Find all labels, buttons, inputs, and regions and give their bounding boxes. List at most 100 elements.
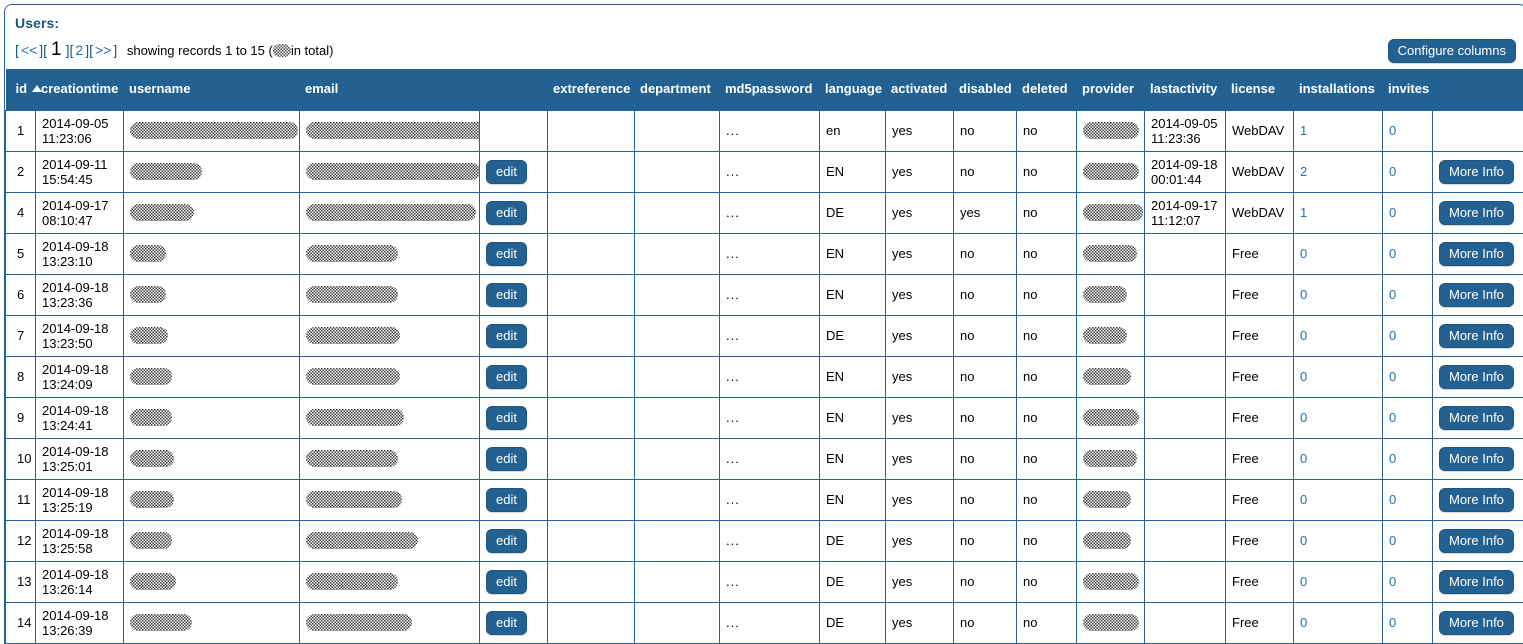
column-header-email[interactable]: email	[300, 69, 480, 110]
edit-button[interactable]: edit	[486, 611, 527, 635]
column-header-lastactivity[interactable]: lastactivity	[1145, 69, 1226, 110]
installations-link[interactable]: 0	[1300, 328, 1307, 343]
column-header-username[interactable]: username	[124, 69, 300, 110]
edit-button[interactable]: edit	[486, 406, 527, 430]
cell-deleted: no	[1017, 561, 1077, 602]
cell-provider	[1077, 397, 1145, 438]
cell-moreinfo: More Info	[1433, 274, 1523, 315]
more-info-button[interactable]: More Info	[1439, 324, 1514, 348]
edit-button[interactable]: edit	[486, 529, 527, 553]
installations-link[interactable]: 0	[1300, 615, 1307, 630]
redacted-value	[130, 450, 174, 467]
edit-button[interactable]: edit	[486, 242, 527, 266]
more-info-button[interactable]: More Info	[1439, 365, 1514, 389]
column-header-license[interactable]: license	[1226, 69, 1294, 110]
pager-first-button[interactable]: <<	[19, 42, 39, 58]
more-info-button[interactable]: More Info	[1439, 488, 1514, 512]
column-header-id[interactable]: id	[6, 69, 36, 110]
more-info-button[interactable]: More Info	[1439, 242, 1514, 266]
column-header-language[interactable]: language	[820, 69, 886, 110]
installations-link[interactable]: 0	[1300, 492, 1307, 507]
column-header-department[interactable]: department	[635, 69, 720, 110]
cell-lastactivity	[1145, 438, 1226, 479]
invites-link[interactable]: 0	[1389, 533, 1396, 548]
column-header-invites[interactable]: invites	[1383, 69, 1433, 110]
column-header-deleted[interactable]: deleted	[1017, 69, 1077, 110]
edit-button[interactable]: edit	[486, 447, 527, 471]
table-row: 62014-09-1813:23:36edit...ENyesnonoFree0…	[6, 274, 1523, 315]
edit-button[interactable]: edit	[486, 160, 527, 184]
invites-link[interactable]: 0	[1389, 287, 1396, 302]
column-header-md5password[interactable]: md5password	[720, 69, 820, 110]
invites-link[interactable]: 0	[1389, 574, 1396, 589]
invites-link[interactable]: 0	[1389, 369, 1396, 384]
redacted-value	[306, 450, 398, 467]
pager-next-button[interactable]: >>	[93, 42, 113, 58]
more-info-button[interactable]: More Info	[1439, 283, 1514, 307]
edit-button[interactable]: edit	[486, 488, 527, 512]
invites-link[interactable]: 0	[1389, 410, 1396, 425]
cell-id: 1	[6, 110, 36, 151]
creationtime: 2014-09-1813:23:10	[42, 239, 117, 269]
cell-extreference	[548, 192, 635, 233]
cell-language: DE	[820, 520, 886, 561]
installations-link[interactable]: 1	[1300, 123, 1307, 138]
invites-link[interactable]: 0	[1389, 615, 1396, 630]
configure-columns-button[interactable]: Configure columns	[1388, 39, 1516, 63]
edit-button[interactable]: edit	[486, 570, 527, 594]
cell-id: 8	[6, 356, 36, 397]
cell-id: 5	[6, 233, 36, 274]
invites-link[interactable]: 0	[1389, 451, 1396, 466]
invites-link[interactable]: 0	[1389, 205, 1396, 220]
invites-link[interactable]: 0	[1389, 164, 1396, 179]
invites-link[interactable]: 0	[1389, 492, 1396, 507]
invites-link[interactable]: 0	[1389, 123, 1396, 138]
invites-link[interactable]: 0	[1389, 328, 1396, 343]
creationtime-date: 2014-09-05	[42, 116, 117, 131]
cell-email	[300, 356, 480, 397]
installations-link[interactable]: 0	[1300, 369, 1307, 384]
column-header-installations[interactable]: installations	[1294, 69, 1383, 110]
installations-link[interactable]: 2	[1300, 164, 1307, 179]
column-header-provider[interactable]: provider	[1077, 69, 1145, 110]
cell-username	[124, 397, 300, 438]
more-info-button[interactable]: More Info	[1439, 160, 1514, 184]
column-header-extreference[interactable]: extreference	[548, 69, 635, 110]
creationtime-date: 2014-09-18	[42, 444, 117, 459]
installations-link[interactable]: 0	[1300, 287, 1307, 302]
installations-link[interactable]: 0	[1300, 246, 1307, 261]
column-header-creationtime[interactable]: creationtime	[36, 69, 124, 110]
cell-moreinfo: More Info	[1433, 438, 1523, 479]
installations-link[interactable]: 0	[1300, 451, 1307, 466]
pager-page-1-current[interactable]: 1	[47, 39, 66, 60]
more-info-button[interactable]: More Info	[1439, 406, 1514, 430]
creationtime-time: 13:26:14	[42, 582, 117, 597]
cell-lastactivity	[1145, 561, 1226, 602]
more-info-button[interactable]: More Info	[1439, 570, 1514, 594]
edit-button[interactable]: edit	[486, 283, 527, 307]
installations-link[interactable]: 0	[1300, 410, 1307, 425]
cell-extreference	[548, 151, 635, 192]
cell-provider	[1077, 438, 1145, 479]
more-info-button[interactable]: More Info	[1439, 201, 1514, 225]
edit-button[interactable]: edit	[486, 365, 527, 389]
more-info-button[interactable]: More Info	[1439, 529, 1514, 553]
cell-activated: yes	[886, 356, 954, 397]
cell-invites: 0	[1383, 356, 1433, 397]
installations-link[interactable]: 0	[1300, 574, 1307, 589]
redacted-value	[130, 122, 298, 139]
cell-deleted: no	[1017, 274, 1077, 315]
cell-deleted: no	[1017, 192, 1077, 233]
column-header-disabled[interactable]: disabled	[954, 69, 1017, 110]
edit-button[interactable]: edit	[486, 324, 527, 348]
redacted-value	[1083, 450, 1137, 467]
more-info-button[interactable]: More Info	[1439, 447, 1514, 471]
edit-button[interactable]: edit	[486, 201, 527, 225]
installations-link[interactable]: 1	[1300, 205, 1307, 220]
cell-username	[124, 438, 300, 479]
installations-link[interactable]: 0	[1300, 533, 1307, 548]
pager-page-2-button[interactable]: 2	[73, 42, 85, 58]
more-info-button[interactable]: More Info	[1439, 611, 1514, 635]
column-header-activated[interactable]: activated	[886, 69, 954, 110]
invites-link[interactable]: 0	[1389, 246, 1396, 261]
